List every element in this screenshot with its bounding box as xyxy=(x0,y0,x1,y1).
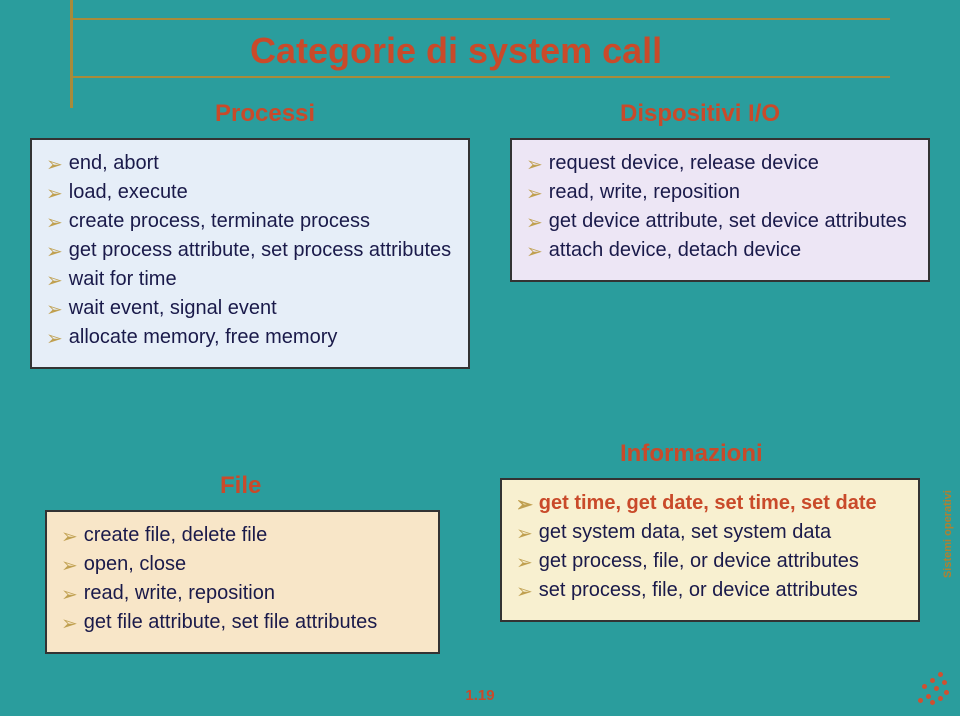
file-label: File xyxy=(220,472,261,500)
bullet-icon: ➢ xyxy=(46,181,63,206)
item-text: set process, file, or device attributes xyxy=(539,579,858,602)
title-line-bottom xyxy=(70,76,890,78)
title-line-top xyxy=(70,18,890,20)
info-box: ➢get time, get date, set time, set date … xyxy=(500,478,920,622)
list-item: ➢ request device, release device xyxy=(526,152,914,177)
title-line-left xyxy=(70,0,73,108)
bullet-icon: ➢ xyxy=(516,521,533,546)
bullet-icon: ➢ xyxy=(61,582,78,607)
item-text: open, close xyxy=(84,553,186,576)
list-item: ➢ get process, file, or device attributes xyxy=(516,550,904,575)
bullet-icon: ➢ xyxy=(61,524,78,549)
bullet-icon: ➢ xyxy=(516,550,533,575)
list-item: ➢ allocate memory, free memory xyxy=(46,326,454,351)
item-text: create file, delete file xyxy=(84,524,267,547)
item-text: read, write, reposition xyxy=(84,582,275,605)
list-item: ➢ attach device, detach device xyxy=(526,239,914,264)
list-item: ➢ create file, delete file xyxy=(61,524,424,549)
item-text: request device, release device xyxy=(549,152,819,175)
file-box: ➢ create file, delete file ➢ open, close ➢… xyxy=(45,510,440,654)
item-text: wait event, signal event xyxy=(69,297,277,320)
list-item: ➢ get time, get date, set time, set date xyxy=(516,492,904,517)
item-text: get file attribute, set file attributes xyxy=(84,611,378,634)
item-text: wait for time xyxy=(69,268,177,291)
info-label: Informazioni xyxy=(620,440,763,468)
bullet-icon: ➢ xyxy=(46,297,63,322)
list-item: ➢ wait event, signal event xyxy=(46,297,454,322)
list-item: ➢ get system data, set system data xyxy=(516,521,904,546)
dispositivi-label: Dispositivi I/O xyxy=(620,100,780,128)
list-item: ➢ end, abort xyxy=(46,152,454,177)
item-text: read, write, reposition xyxy=(549,181,740,204)
item-text: attach device, detach device xyxy=(549,239,801,262)
bullet-icon: ➢ xyxy=(516,492,533,517)
list-item: ➢ read, write, reposition xyxy=(61,582,424,607)
bullet-icon: ➢ xyxy=(46,152,63,177)
bullet-icon: ➢ xyxy=(46,210,63,235)
list-item: ➢ create process, terminate process xyxy=(46,210,454,235)
slide-title: Categorie di system call xyxy=(250,30,662,72)
bullet-icon: ➢ xyxy=(46,326,63,351)
list-item: ➢ wait for time xyxy=(46,268,454,293)
list-item: ➢ read, write, reposition xyxy=(526,181,914,206)
list-item: ➢ set process, file, or device attributes xyxy=(516,579,904,604)
item-text: get process attribute, set process attri… xyxy=(69,239,451,262)
item-text: create process, terminate process xyxy=(69,210,370,233)
bullet-icon: ➢ xyxy=(526,181,543,206)
processi-label: Processi xyxy=(215,100,315,128)
list-item: ➢ load, execute xyxy=(46,181,454,206)
bullet-icon: ➢ xyxy=(61,553,78,578)
bullet-icon: ➢ xyxy=(61,611,78,636)
list-item: ➢ get file attribute, set file attributes xyxy=(61,611,424,636)
bullet-icon: ➢ xyxy=(526,239,543,264)
bullet-icon: ➢ xyxy=(46,268,63,293)
item-text: get system data, set system data xyxy=(539,521,831,544)
item-text: allocate memory, free memory xyxy=(69,326,338,349)
processi-box: ➢ end, abort ➢ load, execute ➢ create proce… xyxy=(30,138,470,369)
item-text: get time, get date, set time, set date xyxy=(539,492,877,515)
bullet-icon: ➢ xyxy=(526,152,543,177)
item-text: get process, file, or device attributes xyxy=(539,550,859,573)
slide-number: 1.19 xyxy=(465,687,494,704)
slide: Categorie di system call Processi ➢ end, … xyxy=(0,0,960,716)
bullet-icon: ➢ xyxy=(526,210,543,235)
item-text: load, execute xyxy=(69,181,188,204)
title-bar: Categorie di system call xyxy=(70,18,890,78)
bullet-icon: ➢ xyxy=(46,239,63,264)
list-item: ➢ open, close xyxy=(61,553,424,578)
item-text: end, abort xyxy=(69,152,159,175)
bullet-icon: ➢ xyxy=(516,579,533,604)
side-text: Sistemi operativi xyxy=(942,490,954,578)
dispositivi-box: ➢ request device, release device ➢ read, w… xyxy=(510,138,930,282)
decorative-dots xyxy=(910,666,950,706)
list-item: ➢ get device attribute, set device attrib… xyxy=(526,210,914,235)
item-text: get device attribute, set device attribu… xyxy=(549,210,907,233)
list-item: ➢ get process attribute, set process attr… xyxy=(46,239,454,264)
